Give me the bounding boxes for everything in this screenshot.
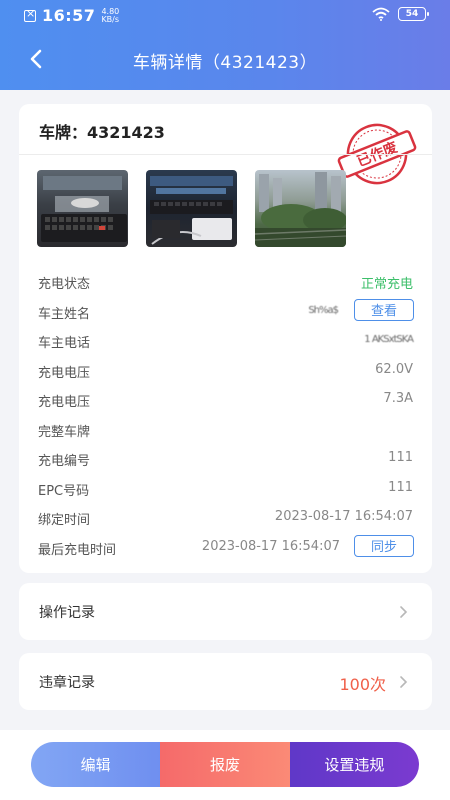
violation-count: 100次: [339, 675, 386, 694]
chevron-right-icon: [400, 606, 408, 618]
sync-button[interactable]: 同步: [354, 534, 414, 557]
detail-row-owner-phone: 车主电话 1 AKSxtSKA: [38, 334, 414, 351]
detail-row-epc: EPC号码 111: [38, 479, 413, 499]
owner-phone-value: 1 AKSxtSKA: [364, 334, 414, 345]
violation-record-label: 违章记录: [39, 675, 95, 691]
vehicle-photo[interactable]: [146, 170, 237, 247]
plate-number: 车牌：4321423: [39, 123, 165, 142]
chevron-right-icon: [400, 676, 408, 688]
status-time: 16:57: [42, 6, 96, 25]
divider: [19, 154, 432, 155]
network-speed: 4.80 KB/s: [101, 6, 120, 24]
bottom-action-bar: 编辑 报废 设置违规: [0, 730, 450, 800]
nav-bar: 车辆详情（4321423）: [0, 38, 450, 82]
edit-button[interactable]: 编辑: [31, 742, 161, 787]
operation-record-item[interactable]: 操作记录: [19, 583, 432, 640]
detail-row-current: 充电电压 7.3A: [38, 391, 413, 410]
action-button-group: 编辑 报废 设置违规: [31, 742, 419, 787]
view-owner-button[interactable]: 查看: [354, 298, 414, 321]
detail-row-voltage: 充电电压 62.0V: [38, 361, 413, 381]
operation-record-label: 操作记录: [39, 605, 95, 621]
wifi-icon: [372, 7, 390, 21]
violation-record-item[interactable]: 违章记录 100次: [19, 653, 432, 710]
status-bar: 16:57 4.80 KB/s 54: [0, 0, 450, 30]
detail-row-bind-time: 绑定时间 2023-08-17 16:54:07: [38, 509, 413, 528]
detail-row-last-charge-time: 最后充电时间 2023-08-17 16:54:07 同步: [19, 533, 432, 563]
notification-app-icon: [24, 7, 36, 22]
app-header: 16:57 4.80 KB/s 54 车辆详情（4321423）: [0, 0, 450, 90]
vehicle-photo[interactable]: [255, 170, 346, 247]
page-title: 车辆详情（4321423）: [132, 53, 318, 73]
vehicle-detail-card: 车牌：4321423 已作废 充电状态 正常充电 车主姓名 Sh%a$ 查看 车…: [19, 104, 432, 573]
detail-row-charge-status: 充电状态 正常充电: [19, 267, 432, 297]
detail-list: 充电状态 正常充电 车主姓名 Sh%a$ 查看 车主电话 1 AKSxtSKA …: [19, 267, 432, 562]
detail-row-charge-number: 充电编号 111: [38, 450, 413, 469]
battery-icon: 54: [398, 7, 429, 21]
owner-name-value: Sh%a$: [308, 304, 339, 316]
scrap-button[interactable]: 报废: [160, 742, 290, 787]
detail-row-full-plate: 完整车牌: [38, 424, 91, 440]
set-violation-button[interactable]: 设置违规: [289, 742, 419, 787]
vehicle-photo[interactable]: [37, 170, 128, 247]
charge-status-value: 正常充电: [360, 277, 413, 292]
vehicle-photos: [37, 170, 346, 247]
detail-row-owner-name: 车主姓名 Sh%a$ 查看: [19, 297, 432, 327]
